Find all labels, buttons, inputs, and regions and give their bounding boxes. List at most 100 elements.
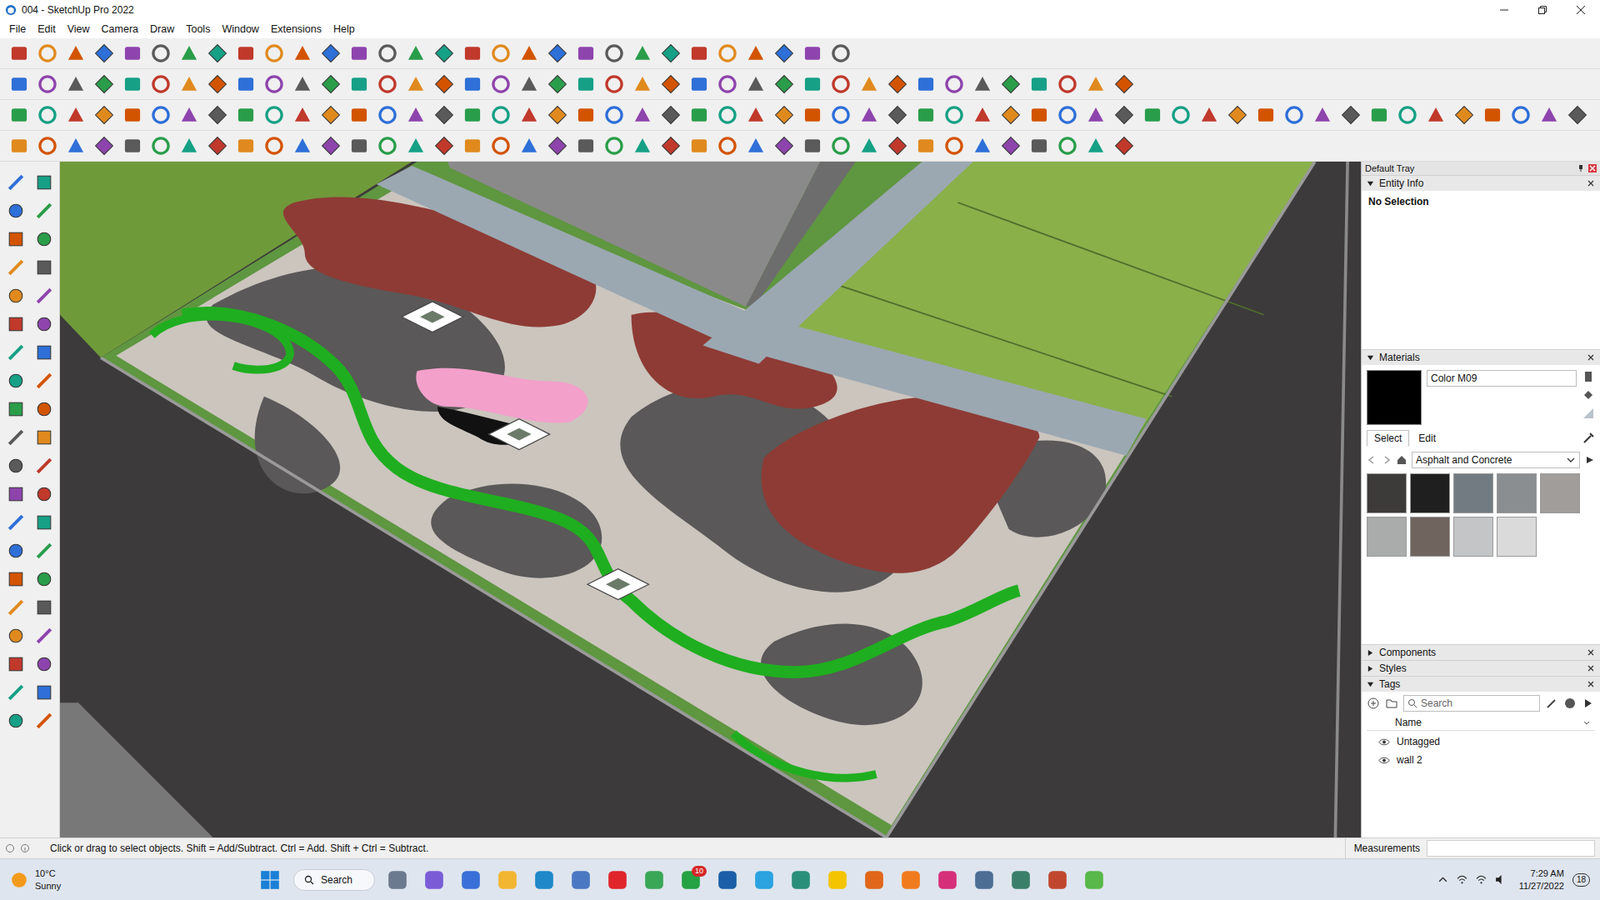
tool-icon[interactable]: [1056, 104, 1079, 126]
tool-icon[interactable]: [348, 73, 370, 95]
app-icon[interactable]: [900, 869, 922, 891]
tool-icon[interactable]: [121, 135, 144, 157]
tool-icon[interactable]: [65, 42, 87, 65]
tool-icon[interactable]: [858, 135, 880, 157]
tool-icon[interactable]: [36, 135, 59, 157]
tool-icon[interactable]: [1538, 104, 1560, 126]
tool-icon[interactable]: [33, 653, 55, 675]
tags-column-header[interactable]: Name: [1366, 715, 1595, 731]
material-name-field[interactable]: Color M09: [1426, 370, 1577, 387]
tool-icon[interactable]: [660, 135, 682, 157]
tool-icon[interactable]: [121, 104, 144, 126]
tool-icon[interactable]: [801, 104, 824, 126]
tool-icon[interactable]: [688, 42, 710, 65]
details-icon[interactable]: [1585, 455, 1595, 465]
tool-icon[interactable]: [1396, 104, 1419, 126]
tool-icon[interactable]: [33, 398, 55, 420]
tool-icon[interactable]: [36, 104, 59, 126]
tool-icon[interactable]: [206, 42, 229, 65]
panel-header[interactable]: Tags: [1361, 675, 1600, 692]
create-material-icon[interactable]: [1581, 370, 1595, 384]
tool-icon[interactable]: [801, 73, 824, 95]
menu-item[interactable]: Tools: [180, 21, 216, 37]
show-hidden-icon[interactable]: [1437, 874, 1449, 885]
volume-icon[interactable]: [1495, 874, 1506, 885]
app-icon[interactable]: [863, 869, 885, 891]
tool-icon[interactable]: [33, 285, 55, 307]
tool-icon[interactable]: [1000, 104, 1022, 126]
tool-icon[interactable]: [490, 135, 512, 157]
tool-icon[interactable]: [461, 73, 484, 95]
menu-item[interactable]: Edit: [31, 21, 62, 37]
tool-icon[interactable]: [33, 370, 55, 392]
caret-icon[interactable]: [1366, 354, 1375, 362]
tool-icon[interactable]: [405, 104, 427, 126]
tool-icon[interactable]: [915, 104, 937, 126]
tool-icon[interactable]: [971, 104, 994, 126]
tool-icon[interactable]: [5, 228, 27, 250]
caret-icon[interactable]: [1366, 649, 1375, 657]
app-icon[interactable]: [606, 869, 629, 891]
minimize-icon[interactable]: [1485, 0, 1524, 20]
tool-icon[interactable]: [405, 135, 427, 157]
tool-icon[interactable]: [206, 104, 229, 126]
material-swatch[interactable]: [1496, 473, 1537, 514]
tool-icon[interactable]: [5, 341, 27, 364]
tool-icon[interactable]: [320, 42, 342, 65]
geo-location-icon[interactable]: [5, 843, 15, 854]
taskbar-app[interactable]: [1043, 865, 1072, 895]
tag-row[interactable]: Untagged: [1366, 734, 1595, 750]
tool-icon[interactable]: [1226, 104, 1249, 126]
menu-item[interactable]: Help: [327, 21, 361, 37]
tool-icon[interactable]: [886, 104, 909, 126]
panel-header[interactable]: Entity Info: [1361, 175, 1600, 191]
tool-icon[interactable]: [36, 42, 59, 65]
material-preview[interactable]: [1366, 370, 1422, 425]
tool-icon[interactable]: [93, 135, 115, 157]
tool-icon[interactable]: [801, 135, 824, 157]
paving-stone[interactable]: [587, 569, 649, 600]
caret-icon[interactable]: [1366, 180, 1375, 188]
panel-header[interactable]: Materials: [1361, 349, 1600, 365]
forward-icon[interactable]: [1381, 455, 1392, 465]
tool-icon[interactable]: [830, 42, 852, 65]
material-swatch[interactable]: [1453, 516, 1494, 557]
tool-icon[interactable]: [1085, 135, 1107, 157]
tool-icon[interactable]: [93, 42, 115, 65]
tool-icon[interactable]: [546, 73, 569, 95]
app-icon[interactable]: [643, 869, 665, 891]
tool-icon[interactable]: [575, 42, 597, 65]
tool-icon[interactable]: [33, 171, 55, 194]
tool-icon[interactable]: [688, 135, 710, 157]
tool-icon[interactable]: [518, 104, 540, 126]
tool-icon[interactable]: [263, 73, 285, 95]
tool-icon[interactable]: [33, 200, 55, 222]
menu-item[interactable]: View: [61, 21, 96, 37]
tag-search-field[interactable]: Search: [1403, 695, 1540, 712]
material-swatch[interactable]: [1366, 473, 1407, 514]
tool-icon[interactable]: [461, 135, 484, 157]
app-icon[interactable]: [1046, 869, 1069, 891]
tool-icon[interactable]: [1425, 104, 1447, 126]
tool-icon[interactable]: [5, 540, 27, 562]
tool-icon[interactable]: [33, 681, 55, 704]
tool-icon[interactable]: [773, 135, 795, 157]
tool-icon[interactable]: [405, 73, 427, 95]
info-icon[interactable]: [20, 843, 30, 854]
tool-icon[interactable]: [1311, 104, 1334, 126]
taskbar-app[interactable]: [896, 865, 925, 895]
tool-icon[interactable]: [178, 135, 200, 157]
add-tag-icon[interactable]: [1366, 696, 1380, 710]
material-swatch[interactable]: [1410, 473, 1450, 514]
menu-item[interactable]: Camera: [95, 21, 145, 37]
tool-icon[interactable]: [5, 200, 27, 222]
add-folder-icon[interactable]: [1385, 696, 1399, 710]
tool-icon[interactable]: [376, 135, 399, 157]
tool-icon[interactable]: [1481, 104, 1504, 126]
tool-icon[interactable]: [575, 135, 597, 157]
tool-icon[interactable]: [603, 104, 625, 126]
taskbar-app[interactable]: [420, 865, 449, 895]
tool-icon[interactable]: [631, 104, 654, 126]
tool-icon[interactable]: [5, 426, 27, 449]
tool-icon[interactable]: [121, 73, 144, 95]
